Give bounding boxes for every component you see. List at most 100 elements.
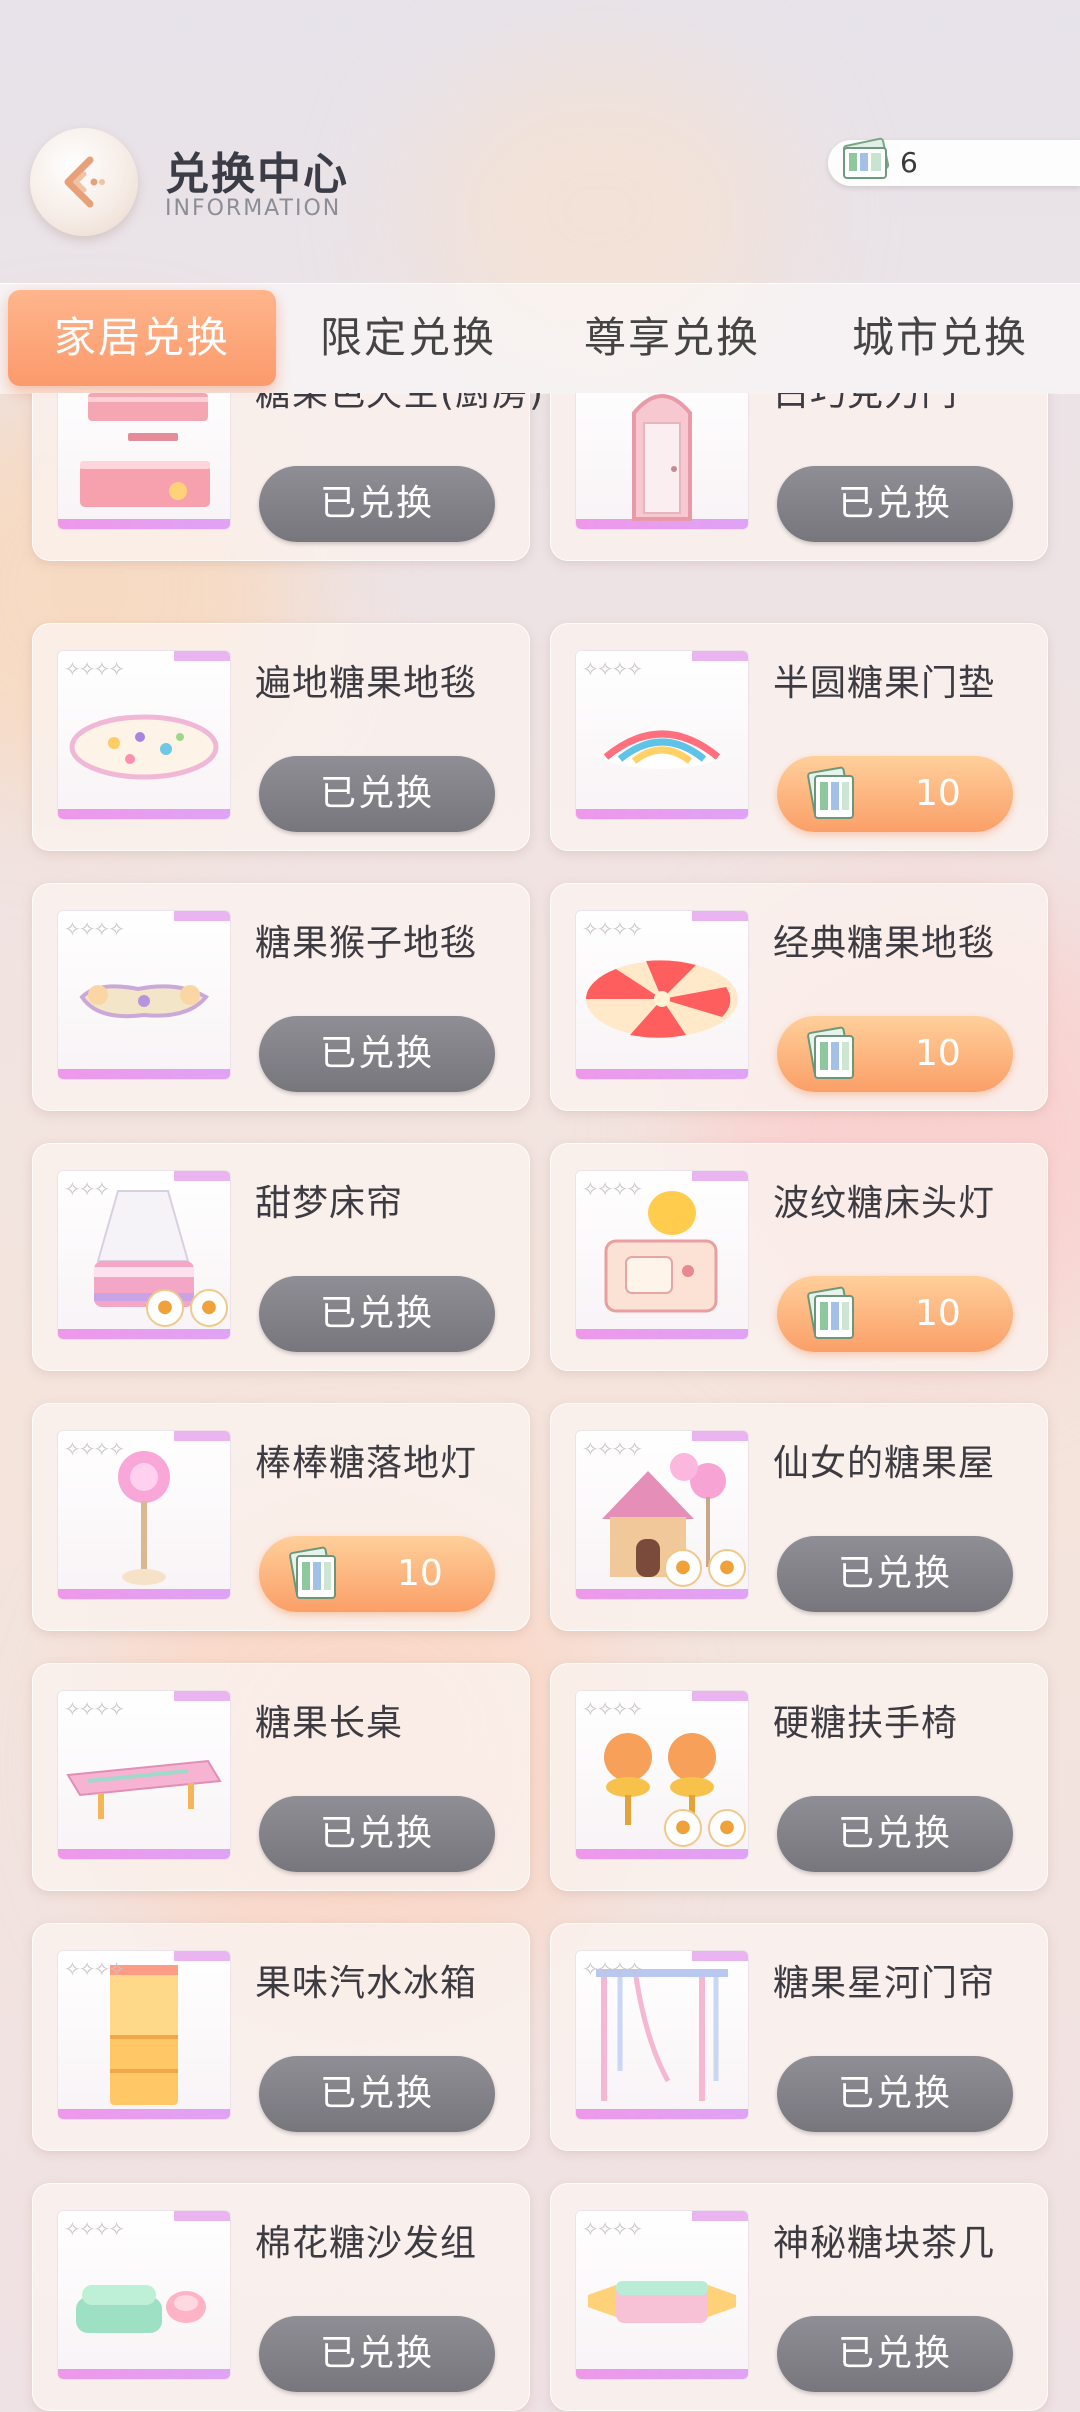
header: 兑换中心 INFORMATION 6 xyxy=(0,0,1080,280)
tab-city-exchange[interactable]: 城市兑换 xyxy=(804,284,1076,394)
redeemed-button[interactable]: 已兑换 xyxy=(259,1796,495,1872)
rarity-stars: ✧✧✧✧ xyxy=(64,1437,125,1461)
page-subtitle: INFORMATION xyxy=(165,196,342,221)
item-thumbnail: ✧✧✧ ● ● xyxy=(57,1170,231,1340)
exchange-button[interactable]: 10 xyxy=(777,1016,1013,1092)
item-card[interactable]: ✧✧✧ ● ● 甜梦床帘 已兑换 xyxy=(32,1143,530,1371)
redeemed-button[interactable]: 已兑换 xyxy=(777,1536,1013,1612)
item-card[interactable]: ✧✧✧✧ 糖果星河门帘 已兑换 xyxy=(550,1923,1048,2151)
exchange-ticket-icon xyxy=(803,1286,861,1346)
item-card[interactable]: ✧✧✧✧ 半圆糖果门垫 10 xyxy=(550,623,1048,851)
exchange-ticket-icon xyxy=(832,136,900,190)
redeemed-button[interactable]: 已兑换 xyxy=(777,466,1013,542)
item-name: 棉花糖沙发组 xyxy=(255,2223,478,2264)
item-card[interactable]: ✧✧✧✧ 遍地糖果地毯 已兑换 xyxy=(32,623,530,851)
redeemed-button[interactable]: 已兑换 xyxy=(777,2316,1013,2392)
item-card[interactable]: ✧✧✧✧ 棒棒糖落地灯 10 xyxy=(32,1403,530,1631)
rarity-stars: ✧✧✧✧ xyxy=(582,1437,643,1461)
exchange-ticket-icon xyxy=(803,766,861,826)
rarity-stars: ✧✧✧✧ xyxy=(64,917,125,941)
rarity-stars: ✧✧✧✧ xyxy=(582,2217,643,2241)
item-thumbnail: ✧✧✧✧ xyxy=(575,910,749,1080)
rarity-stars: ✧✧✧✧ xyxy=(582,1697,643,1721)
item-thumbnail: ✧✧✧✧ xyxy=(575,393,749,530)
item-thumbnail: ✧✧✧✧ xyxy=(57,1950,231,2120)
door-icon xyxy=(632,394,692,521)
item-name: 硬糖扶手椅 xyxy=(773,1703,959,1744)
item-thumbnail: ✧✧✧✧ xyxy=(57,2210,231,2380)
item-card[interactable]: ✧✧✧✧ ● ● 硬糖扶手椅 已兑换 xyxy=(550,1663,1048,1891)
rarity-stars: ✧✧✧✧ xyxy=(64,2217,125,2241)
exchange-button[interactable]: 10 xyxy=(777,1276,1013,1352)
couple-icon: ● xyxy=(708,1809,746,1847)
item-badges: ● ● xyxy=(140,1289,228,1327)
item-thumbnail: ✧✧✧✧ ● ● xyxy=(575,1430,749,1600)
tab-limited-exchange[interactable]: 限定兑换 xyxy=(276,284,540,394)
person-icon: ● xyxy=(664,1809,702,1847)
exchange-ticket-icon xyxy=(285,1546,343,1606)
redeemed-button[interactable]: 已兑换 xyxy=(259,1276,495,1352)
redeemed-button[interactable]: 已兑换 xyxy=(259,2056,495,2132)
item-thumbnail: ✧✧✧✧ xyxy=(57,650,231,820)
item-badges: ● ● xyxy=(658,1549,746,1587)
redeemed-button[interactable]: 已兑换 xyxy=(259,466,495,542)
item-name: 白巧克力门 xyxy=(773,393,959,414)
item-name: 半圆糖果门垫 xyxy=(773,663,996,704)
rarity-stars: ✧✧✧✧ xyxy=(582,1177,643,1201)
item-thumbnail: ✧✧✧✧ ● ● xyxy=(575,1690,749,1860)
item-card[interactable]: ✧✧✧✧ 果味汽水冰箱 已兑换 xyxy=(32,1923,530,2151)
item-grid: ✧✧✧✧ 糖果色天空(厨房) 已兑换 ✧✧✧✧ 白巧克力门 已兑换 xyxy=(0,393,1080,2412)
category-tabs: 家居兑换 限定兑换 尊享兑换 城市兑换 xyxy=(0,283,1080,394)
item-name: 果味汽水冰箱 xyxy=(255,1963,478,2004)
item-name: 波纹糖床头灯 xyxy=(773,1183,996,1224)
item-name: 遍地糖果地毯 xyxy=(255,663,478,704)
item-name: 经典糖果地毯 xyxy=(773,923,996,964)
currency-balance: 6 xyxy=(828,137,1080,186)
couple-icon: ● xyxy=(708,1549,746,1587)
item-name: 糖果长桌 xyxy=(255,1703,404,1744)
currency-amount: 6 xyxy=(900,146,918,179)
item-card[interactable]: ✧✧✧✧ 神秘糖块茶几 已兑换 xyxy=(550,2183,1048,2411)
item-thumbnail: ✧✧✧✧ xyxy=(57,910,231,1080)
back-arrow-icon xyxy=(64,156,105,208)
redeemed-button[interactable]: 已兑换 xyxy=(259,1016,495,1092)
couple-icon: ● xyxy=(190,1289,228,1327)
item-badges: ● ● xyxy=(658,1809,746,1847)
redeemed-button[interactable]: 已兑换 xyxy=(777,1796,1013,1872)
back-button[interactable] xyxy=(30,128,138,236)
item-card[interactable]: ✧✧✧✧ 波纹糖床头灯 10 xyxy=(550,1143,1048,1371)
exchange-button[interactable]: 10 xyxy=(259,1536,495,1612)
exchange-ticket-icon xyxy=(803,1026,861,1086)
item-thumbnail: ✧✧✧✧ xyxy=(575,1950,749,2120)
exchange-button[interactable]: 10 xyxy=(777,756,1013,832)
redeemed-button[interactable]: 已兑换 xyxy=(777,2056,1013,2132)
rarity-stars: ✧✧✧✧ xyxy=(64,657,125,681)
item-card[interactable]: ✧✧✧✧ 白巧克力门 已兑换 xyxy=(550,393,1048,561)
item-thumbnail: ✧✧✧✧ xyxy=(57,1690,231,1860)
exchange-price: 10 xyxy=(915,1033,961,1074)
tab-home-exchange[interactable]: 家居兑换 xyxy=(8,290,276,386)
item-card[interactable]: ✧✧✧✧ 糖果长桌 已兑换 xyxy=(32,1663,530,1891)
item-card[interactable]: ✧✧✧✧ 棉花糖沙发组 已兑换 xyxy=(32,2183,530,2411)
item-name: 糖果星河门帘 xyxy=(773,1963,996,2004)
item-thumbnail: ✧✧✧✧ xyxy=(57,1430,231,1600)
rarity-stars: ✧✧✧✧ xyxy=(582,917,643,941)
tab-premium-exchange[interactable]: 尊享兑换 xyxy=(540,284,804,394)
item-card[interactable]: ✧✧✧✧ 经典糖果地毯 10 xyxy=(550,883,1048,1111)
item-card[interactable]: ✧✧✧✧ ● ● 仙女的糖果屋 已兑换 xyxy=(550,1403,1048,1631)
item-card[interactable]: ✧✧✧✧ 糖果猴子地毯 已兑换 xyxy=(32,883,530,1111)
rarity-stars: ✧✧✧✧ xyxy=(64,1697,125,1721)
redeemed-button[interactable]: 已兑换 xyxy=(259,756,495,832)
item-name: 仙女的糖果屋 xyxy=(773,1443,996,1484)
item-card[interactable]: ✧✧✧✧ 糖果色天空(厨房) 已兑换 xyxy=(32,393,543,561)
item-name: 糖果猴子地毯 xyxy=(255,923,478,964)
person-icon: ● xyxy=(146,1289,184,1327)
item-name: 糖果色天空(厨房) xyxy=(255,393,545,414)
item-thumbnail: ✧✧✧✧ xyxy=(57,393,231,530)
kitchen-set-icon xyxy=(80,393,210,507)
item-thumbnail: ✧✧✧✧ xyxy=(575,2210,749,2380)
exchange-price: 10 xyxy=(915,773,961,814)
rarity-stars: ✧✧✧✧ xyxy=(582,657,643,681)
item-thumbnail: ✧✧✧✧ xyxy=(575,650,749,820)
redeemed-button[interactable]: 已兑换 xyxy=(259,2316,495,2392)
